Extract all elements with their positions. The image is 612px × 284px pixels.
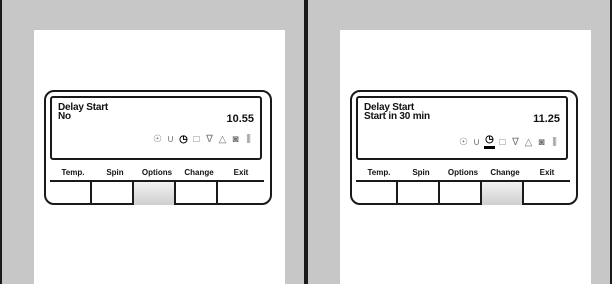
options-button[interactable] bbox=[134, 182, 176, 205]
display-left: Delay Start No 10.55 ☉ ∪ ◷ □ ∇ △ ◙ ⫼ bbox=[50, 96, 262, 160]
extra-rinse-icon: △ bbox=[524, 137, 533, 148]
rinse-hold-icon: □ bbox=[193, 134, 200, 145]
display-time: 11.25 bbox=[533, 113, 560, 125]
button-row-left bbox=[50, 180, 264, 207]
panel-right-card: Delay Start Start in 30 min 11.25 ☉ ∪ ◷ … bbox=[340, 30, 591, 284]
button-labels-right: Temp. Spin Options Change Exit bbox=[358, 168, 570, 180]
display-time: 10.55 bbox=[226, 113, 254, 125]
delay-start-icon: ◷ bbox=[179, 134, 188, 145]
change-label: Change bbox=[490, 168, 520, 177]
exit-button[interactable] bbox=[218, 182, 260, 205]
exit-label: Exit bbox=[539, 168, 555, 177]
options-label: Options bbox=[447, 168, 479, 177]
option-icons: ☉ ∪ ◷ □ ∇ △ ◙ ⫼ bbox=[152, 134, 254, 146]
delay-start-icon: ◷ bbox=[484, 134, 495, 149]
intensive-icon: ∪ bbox=[472, 137, 481, 148]
spin-button[interactable] bbox=[398, 182, 440, 205]
spin-label: Spin bbox=[106, 168, 124, 177]
temp-button[interactable] bbox=[356, 182, 398, 205]
display-right: Delay Start Start in 30 min 11.25 ☉ ∪ ◷ … bbox=[356, 96, 568, 160]
spin-label: Spin bbox=[412, 168, 430, 177]
intensive-icon: ∪ bbox=[166, 134, 175, 145]
button-row-right bbox=[356, 180, 570, 207]
display-value: No bbox=[58, 111, 71, 122]
temp-label: Temp. bbox=[367, 168, 391, 177]
button-labels-left: Temp. Spin Options Change Exit bbox=[52, 168, 264, 180]
panel-left-card: Delay Start No 10.55 ☉ ∪ ◷ □ ∇ △ ◙ ⫼ Tem… bbox=[34, 30, 285, 284]
prewash-icon: ☉ bbox=[153, 134, 162, 145]
control-panel-right: Delay Start Start in 30 min 11.25 ☉ ∪ ◷ … bbox=[350, 90, 578, 205]
exit-button[interactable] bbox=[524, 182, 566, 205]
options-button[interactable] bbox=[440, 182, 482, 205]
change-button[interactable] bbox=[176, 182, 218, 205]
panel-left: Delay Start No 10.55 ☉ ∪ ◷ □ ∇ △ ◙ ⫼ Tem… bbox=[0, 0, 306, 284]
prewash-icon: ☉ bbox=[459, 137, 468, 148]
change-button[interactable] bbox=[482, 182, 524, 205]
stain-icon: ⫼ bbox=[246, 134, 251, 145]
option-icons: ☉ ∪ ◷ □ ∇ △ ◙ ⫼ bbox=[458, 134, 560, 149]
rinse-hold-icon: □ bbox=[499, 137, 506, 148]
easy-iron-icon: ∇ bbox=[512, 137, 519, 148]
stain-icon: ⫼ bbox=[552, 137, 557, 148]
exit-label: Exit bbox=[233, 168, 249, 177]
control-panel-left: Delay Start No 10.55 ☉ ∪ ◷ □ ∇ △ ◙ ⫼ Tem… bbox=[44, 90, 272, 205]
temp-button[interactable] bbox=[50, 182, 92, 205]
easy-iron-icon: ∇ bbox=[206, 134, 213, 145]
change-label: Change bbox=[184, 168, 214, 177]
temp-label: Temp. bbox=[61, 168, 85, 177]
spin-button[interactable] bbox=[92, 182, 134, 205]
options-label: Options bbox=[141, 168, 173, 177]
gentle-icon: ◙ bbox=[232, 134, 239, 145]
extra-rinse-icon: △ bbox=[218, 134, 227, 145]
display-value: Start in 30 min bbox=[364, 111, 430, 122]
gentle-icon: ◙ bbox=[538, 137, 545, 148]
panel-right: Delay Start Start in 30 min 11.25 ☉ ∪ ◷ … bbox=[306, 0, 612, 284]
